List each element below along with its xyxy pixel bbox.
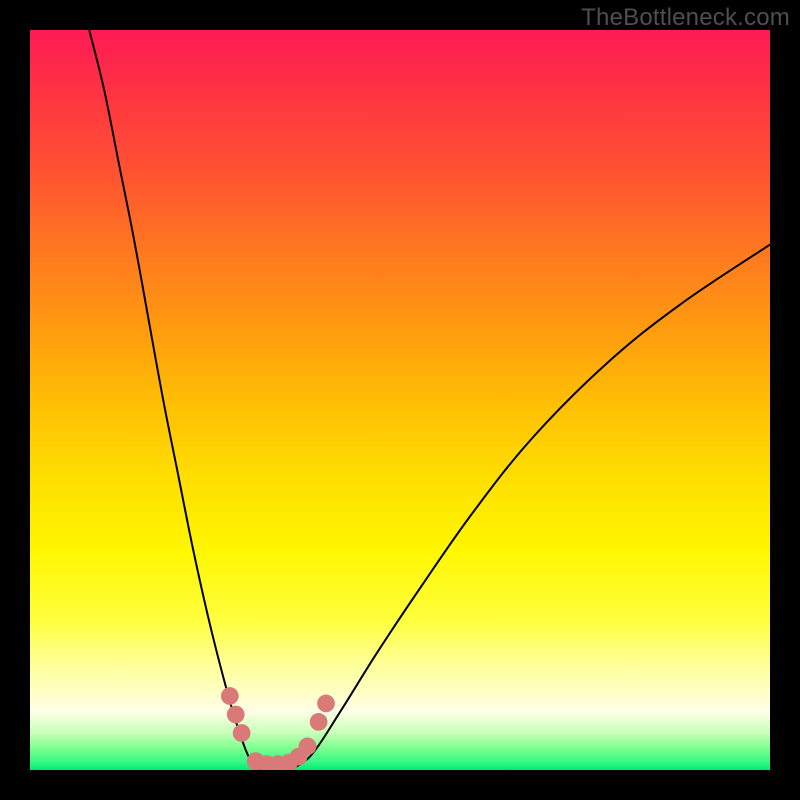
chart-background [30, 30, 770, 770]
marker-dot [317, 695, 335, 713]
marker-dot [227, 706, 245, 724]
marker-dot [310, 713, 328, 731]
marker-dot [221, 687, 239, 705]
chart-svg [30, 30, 770, 770]
outer-frame: TheBottleneck.com [0, 0, 800, 800]
watermark-text: TheBottleneck.com [581, 4, 790, 32]
marker-dot [233, 724, 251, 742]
marker-dot [299, 737, 317, 755]
